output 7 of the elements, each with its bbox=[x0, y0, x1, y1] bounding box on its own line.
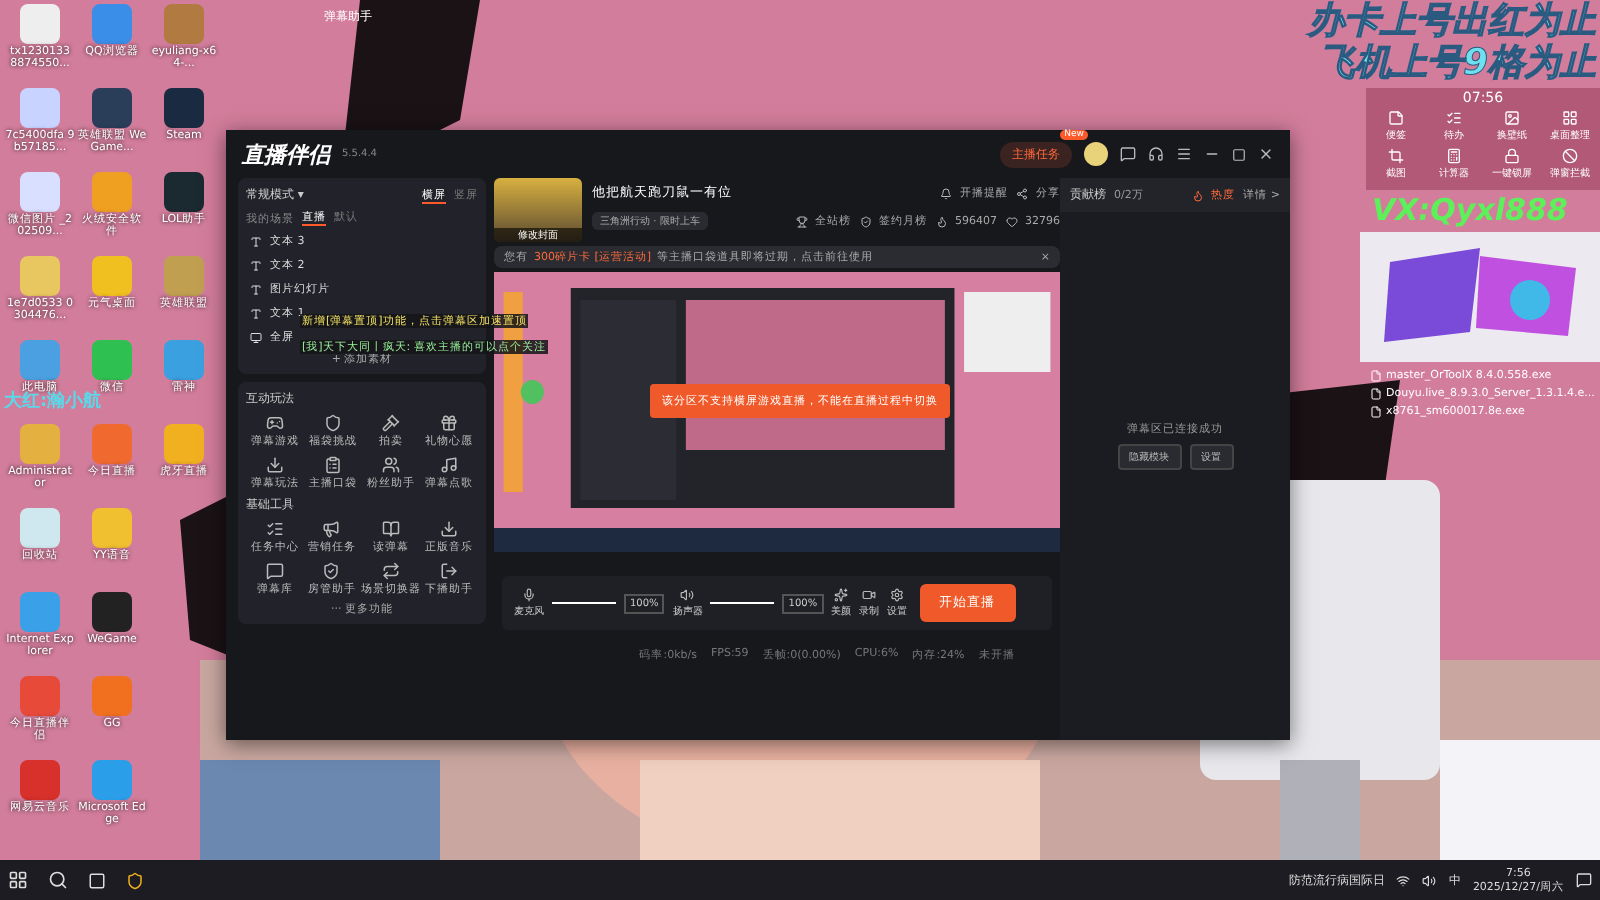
search-icon[interactable] bbox=[48, 870, 68, 890]
wifi-icon[interactable] bbox=[1396, 873, 1411, 887]
notification-icon[interactable] bbox=[1576, 872, 1592, 888]
volume-icon[interactable] bbox=[1422, 873, 1437, 887]
task-view-icon[interactable] bbox=[88, 871, 106, 889]
shield-icon[interactable] bbox=[126, 871, 144, 889]
start-icon[interactable] bbox=[8, 870, 28, 890]
